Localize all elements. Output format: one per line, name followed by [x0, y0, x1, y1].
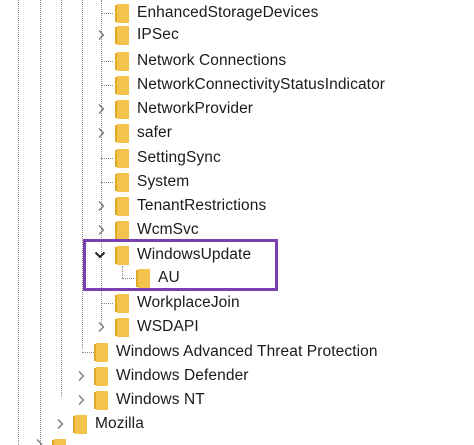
tree-node-network-connections[interactable]: Network Connections — [115, 49, 286, 73]
tree-connector — [122, 278, 134, 279]
folder-icon — [115, 75, 129, 95]
tree-node-windows-nt[interactable]: Windows NT — [94, 388, 205, 412]
folder-icon — [115, 245, 129, 265]
tree-connector — [101, 13, 113, 14]
folder-icon — [115, 3, 129, 23]
folder-icon — [115, 220, 129, 240]
tree-node-label: Windows NT — [116, 391, 205, 408]
tree-node-label: System — [137, 173, 190, 190]
tree-node-label: WindowsUpdate — [137, 246, 252, 263]
tree-node-label: EnhancedStorageDevices — [137, 4, 319, 21]
folder-icon — [94, 390, 108, 410]
tree-node-label: TenantRestrictions — [137, 197, 267, 214]
folder-icon — [115, 99, 129, 119]
tree-node-label: Mozilla — [95, 415, 144, 432]
tree-node-wcmsvc[interactable]: WcmSvc — [115, 218, 199, 242]
tree-node-label: SettingSync — [137, 149, 221, 166]
folder-icon — [52, 438, 66, 445]
folder-icon — [115, 51, 129, 71]
tree-node-label: safer — [137, 124, 172, 141]
tree-node-windows-advanced-threat-protection[interactable]: Windows Advanced Threat Protection — [94, 340, 378, 364]
tree-node-safer[interactable]: safer — [115, 121, 172, 145]
tree-guide-line — [82, 0, 83, 349]
chevron-right-icon[interactable] — [54, 418, 66, 430]
tree-node-label: Network Connections — [137, 52, 287, 69]
folder-icon — [94, 342, 108, 362]
tree-node-label: Windows Advanced Threat Protection — [116, 343, 378, 360]
tree-node-label: NetworkConnectivityStatusIndicator — [137, 76, 386, 93]
tree-connector — [101, 303, 113, 304]
tree-node-label: WorkplaceJoin — [137, 294, 240, 311]
chevron-right-icon[interactable] — [95, 321, 107, 333]
registry-tree-view[interactable]: EnhancedStorageDevices IPSec Network Con… — [0, 0, 474, 445]
chevron-right-icon[interactable] — [75, 370, 87, 382]
folder-icon — [115, 148, 129, 168]
tree-guide-line — [18, 0, 19, 445]
tree-node-tenantrestrictions[interactable]: TenantRestrictions — [115, 194, 266, 218]
tree-node-networkprovider[interactable]: NetworkProvider — [115, 97, 253, 121]
tree-node-settingsync[interactable]: SettingSync — [115, 146, 221, 170]
tree-guide-line — [40, 0, 41, 445]
chevron-right-icon[interactable] — [33, 438, 45, 445]
chevron-down-icon[interactable] — [94, 249, 106, 261]
folder-icon — [115, 196, 129, 216]
tree-node-enhancedstoragedevices[interactable]: EnhancedStorageDevices — [115, 1, 318, 25]
tree-connector — [101, 85, 113, 86]
tree-node-ipsec[interactable]: IPSec — [115, 23, 179, 47]
chevron-right-icon[interactable] — [95, 127, 107, 139]
folder-icon — [115, 172, 129, 192]
folder-icon — [136, 268, 150, 288]
tree-connector — [82, 352, 94, 353]
folder-icon — [115, 123, 129, 143]
tree-node-label: NetworkProvider — [137, 100, 254, 117]
tree-connector — [101, 158, 113, 159]
folder-icon — [115, 25, 129, 45]
tree-node-label: Windows Defender — [116, 367, 249, 384]
folder-icon — [73, 414, 87, 434]
tree-node-networkconnectivitystatusindicator[interactable]: NetworkConnectivityStatusIndicator — [115, 73, 385, 97]
tree-node-label: WcmSvc — [137, 221, 199, 238]
tree-node-label: WSDAPI — [137, 318, 199, 335]
tree-node-au[interactable]: AU — [136, 266, 180, 290]
folder-icon — [94, 366, 108, 386]
folder-icon — [115, 293, 129, 313]
tree-connector — [101, 182, 113, 183]
tree-node-mozilla[interactable]: Mozilla — [73, 412, 144, 436]
tree-node-label: AU — [158, 269, 180, 286]
chevron-right-icon[interactable] — [95, 29, 107, 41]
tree-node-label: IPSec — [137, 26, 179, 43]
chevron-right-icon[interactable] — [95, 224, 107, 236]
folder-icon — [115, 317, 129, 337]
tree-guide-line — [122, 266, 123, 278]
tree-connector — [101, 61, 113, 62]
tree-node-partial[interactable] — [52, 436, 74, 445]
tree-node-windows-defender[interactable]: Windows Defender — [94, 364, 249, 388]
tree-node-system[interactable]: System — [115, 170, 189, 194]
tree-guide-line — [61, 0, 62, 397]
tree-node-workplacejoin[interactable]: WorkplaceJoin — [115, 291, 240, 315]
chevron-right-icon[interactable] — [95, 200, 107, 212]
chevron-right-icon[interactable] — [75, 394, 87, 406]
tree-node-wsdapi[interactable]: WSDAPI — [115, 315, 199, 339]
tree-guide-line — [101, 0, 102, 324]
tree-node-windowsupdate[interactable]: WindowsUpdate — [115, 243, 251, 267]
chevron-right-icon[interactable] — [95, 103, 107, 115]
